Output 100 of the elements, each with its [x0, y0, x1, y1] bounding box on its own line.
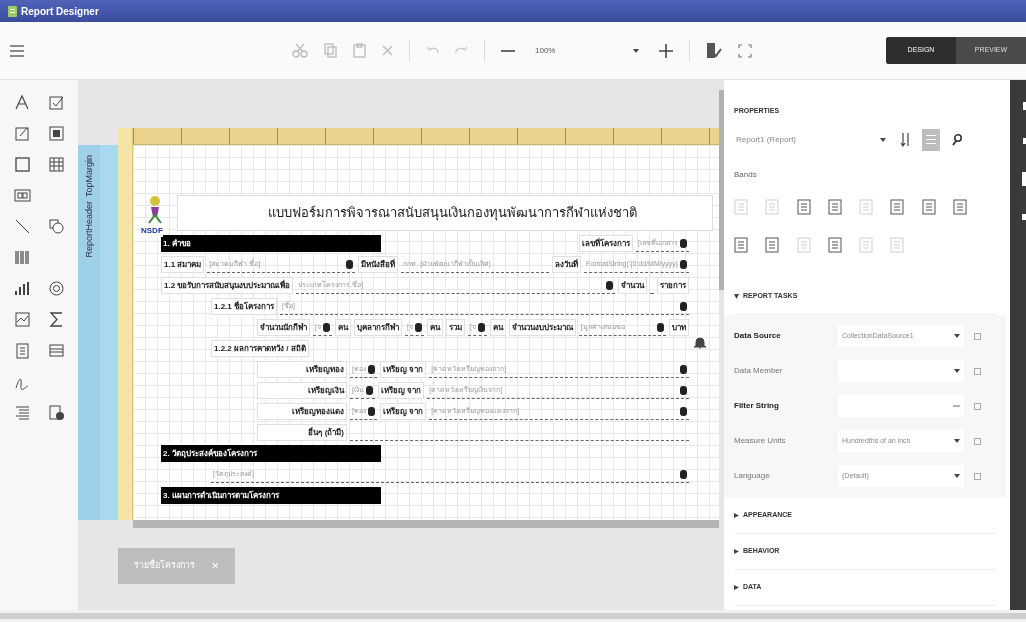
- band-icon[interactable]: [952, 198, 967, 215]
- field-label: เหรียญเงิน: [257, 382, 347, 399]
- toc-icon[interactable]: [14, 404, 31, 421]
- field-label: จำนวนนักกีฬา: [257, 319, 310, 336]
- section-label: Bands: [734, 168, 757, 181]
- categories-button[interactable]: [922, 128, 940, 151]
- field-label: 1.2.1 ชื่อโครงการ: [211, 298, 277, 315]
- collapsed-caret-icon: [734, 548, 739, 554]
- checkbox-icon[interactable]: [48, 94, 65, 111]
- logo-caption: NSDF: [141, 225, 163, 237]
- horizontal-scrollbar[interactable]: [133, 520, 719, 528]
- sort-icon[interactable]: [900, 132, 910, 147]
- component-dropdown[interactable]: Report1 (Report): [734, 128, 888, 151]
- field-label: อื่นๆ (ถ้ามี): [257, 424, 347, 441]
- database-icon: [322, 322, 330, 332]
- zoom-out-icon[interactable]: [501, 49, 515, 52]
- section-header: 3. แผนการดำเนินการตามโครงการ: [161, 487, 381, 504]
- barcode-icon[interactable]: [14, 249, 31, 266]
- copy-icon[interactable]: [324, 43, 337, 58]
- band-icon[interactable]: [827, 198, 842, 215]
- field-label: เหรียญ จาก: [379, 361, 427, 378]
- search-icon[interactable]: [952, 133, 962, 146]
- band-icon[interactable]: [765, 236, 780, 253]
- fullscreen-icon[interactable]: [738, 43, 752, 58]
- band-label: ReportHeader: [84, 201, 94, 258]
- field-label: เหรียญทองแดง: [257, 403, 347, 420]
- property-label: Filter String: [734, 400, 780, 412]
- database-icon: [680, 301, 687, 311]
- table-icon[interactable]: [48, 156, 65, 173]
- cross-tab-icon[interactable]: [48, 342, 65, 359]
- band-icon[interactable]: [921, 198, 936, 215]
- field-label: 1.2.2 ผลการคาดหวัง / สถิติ: [211, 340, 309, 357]
- band-label: TopMargin: [84, 155, 94, 198]
- band-icon[interactable]: [796, 198, 811, 215]
- database-icon: [680, 364, 687, 374]
- band-icon[interactable]: [890, 198, 905, 215]
- field-label: รายการ: [657, 277, 689, 294]
- band-icon[interactable]: [827, 236, 842, 253]
- picture-box-icon[interactable]: [48, 125, 65, 142]
- field-label: เลขที่โครงการ: [579, 235, 634, 252]
- sparkline-icon[interactable]: [14, 311, 31, 328]
- app-icon: [8, 5, 17, 17]
- database-icon: [606, 280, 613, 290]
- database-icon: [477, 322, 485, 332]
- subreport-icon[interactable]: [14, 187, 31, 204]
- property-field[interactable]: [838, 395, 964, 417]
- field-label: เหรียญทอง: [257, 361, 347, 378]
- window-title: Report Designer: [21, 4, 99, 19]
- database-icon: [680, 406, 687, 416]
- caret-icon: [954, 474, 960, 478]
- shape-icon[interactable]: [48, 218, 65, 235]
- field-label: คน: [426, 319, 443, 336]
- reset-button[interactable]: [974, 437, 981, 445]
- field-label: 1.1 สมาคม: [161, 256, 205, 273]
- paste-icon[interactable]: [353, 43, 366, 58]
- bell-icon[interactable]: [694, 336, 706, 349]
- toast-message: รายชื่อโครงการ: [134, 559, 195, 573]
- database-icon: [367, 364, 375, 374]
- band-icon[interactable]: [734, 236, 748, 253]
- collapsed-caret-icon: [734, 584, 739, 590]
- delete-icon[interactable]: [382, 45, 393, 56]
- gauge-icon[interactable]: [48, 280, 65, 297]
- database-icon: [346, 259, 354, 269]
- summary-icon[interactable]: [48, 311, 65, 328]
- line-icon[interactable]: [14, 218, 31, 235]
- property-label: Data Member: [734, 365, 784, 377]
- field-label: จำนวน: [618, 277, 647, 294]
- expanded-caret-icon: [734, 293, 739, 299]
- field-label: 1.2 ขอรับการสนับสนุนงบประมาณเพื่อ: [161, 277, 294, 294]
- zoom-dropdown[interactable]: 100%: [531, 39, 643, 62]
- validate-icon[interactable]: [706, 42, 722, 59]
- label-icon[interactable]: [14, 94, 31, 111]
- rich-text-icon[interactable]: [14, 125, 31, 142]
- caret-icon: [954, 369, 960, 373]
- field-label: บุคลากรกีฬา: [353, 319, 402, 336]
- chart-icon[interactable]: [14, 280, 31, 297]
- report-title: แบบฟอร์มการพิจารณาสนับสนุนเงินกองทุนพัฒนาการกีฬาแห่งชาติ: [268, 204, 637, 223]
- vertical-scrollbar[interactable]: [719, 90, 724, 290]
- panel-icon[interactable]: [14, 156, 31, 173]
- undo-icon[interactable]: [426, 46, 439, 55]
- field-label: คน: [334, 319, 351, 336]
- field-label: ลงวันที่: [552, 256, 582, 273]
- menu-icon[interactable]: [10, 44, 24, 57]
- reset-button[interactable]: [974, 367, 981, 375]
- reset-button[interactable]: [974, 402, 981, 410]
- page-info-icon[interactable]: [14, 342, 31, 359]
- zoom-in-icon[interactable]: [659, 43, 673, 58]
- reset-button[interactable]: [974, 472, 981, 480]
- redo-icon[interactable]: [455, 46, 468, 55]
- field-label: เหรียญ จาก: [377, 382, 425, 399]
- field-label: เหรียญ จาก: [379, 403, 427, 420]
- database-icon: [680, 385, 687, 395]
- database-icon: [680, 259, 687, 269]
- database-icon: [367, 406, 375, 416]
- report-info-icon[interactable]: [48, 404, 65, 421]
- property-label: Language: [734, 470, 771, 482]
- field-label: มีหนังสือที่: [358, 256, 399, 273]
- reset-button[interactable]: [974, 332, 981, 340]
- cut-icon[interactable]: [292, 43, 308, 58]
- collapsed-caret-icon: [734, 512, 739, 518]
